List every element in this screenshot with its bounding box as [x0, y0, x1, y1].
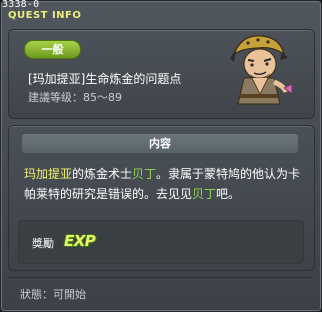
window-title: QUEST INFO	[8, 10, 82, 21]
quest-description: 玛加提亚的炼金术士贝丁。隶属于蒙特鸠的他认为卡帕莱特的研究是错误的。去见见贝丁吧…	[24, 164, 304, 204]
desc-location: 玛加提亚	[24, 167, 73, 181]
quest-status: 狀態：可開始	[20, 288, 86, 301]
desc-npc-name: 贝丁	[132, 167, 157, 181]
divider	[8, 277, 313, 278]
desc-npc-name: 贝丁	[192, 187, 217, 201]
reward-panel	[18, 220, 304, 264]
quest-id: 3338-0	[2, 0, 40, 10]
level-requirement: 建議等级：85～89	[28, 91, 122, 104]
desc-text: 的炼金术士	[72, 167, 133, 181]
content-section-header: 内容	[22, 134, 298, 153]
reward-label: 獎勵	[32, 237, 54, 250]
desc-text: 吧。	[216, 187, 241, 201]
quest-type-badge: 一般	[24, 40, 81, 59]
quest-name: [玛加提亚]生命炼金的问题点	[28, 72, 182, 86]
alchemist-npc-icon	[230, 35, 293, 105]
exp-reward-icon: EXP	[64, 232, 96, 250]
